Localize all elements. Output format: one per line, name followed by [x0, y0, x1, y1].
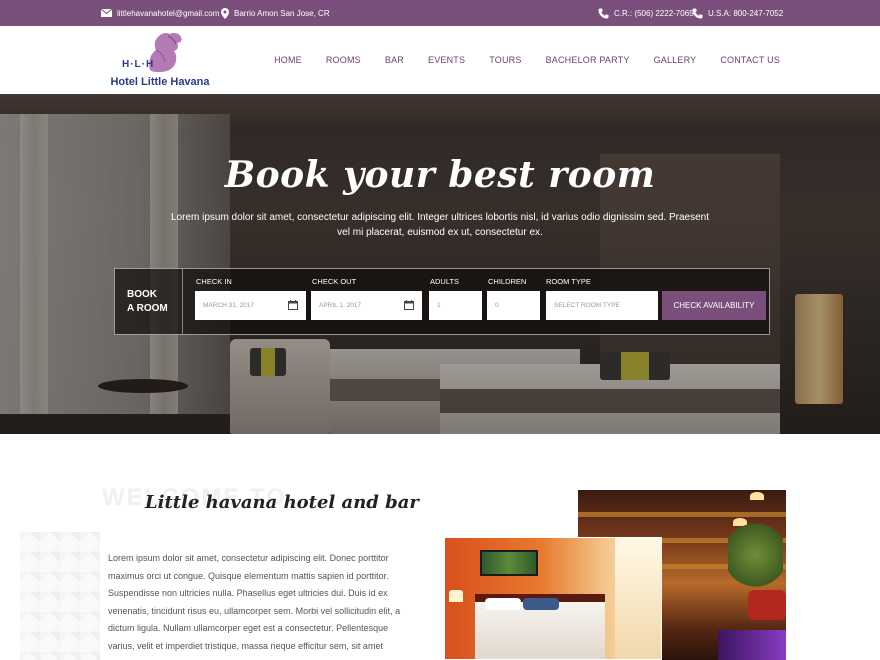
top-info-bar: littlehavanahotel@gmail.com Barrio Amon …: [0, 0, 880, 26]
children-input[interactable]: 0: [487, 291, 540, 320]
logo-name: Hotel Little Havana: [110, 76, 210, 88]
room-lamp: [449, 590, 463, 602]
adults-input[interactable]: 1: [429, 291, 482, 320]
room-type-select[interactable]: SELECT ROOM TYPE: [546, 291, 658, 320]
room-bed: [475, 602, 605, 659]
check-out-input[interactable]: APRIL 1, 2017: [311, 291, 422, 320]
check-availability-button[interactable]: CHECK AVAILABILITY: [662, 291, 766, 320]
room-pillow: [485, 598, 521, 610]
phone-cr[interactable]: C.R.: (506) 2222-7065: [598, 0, 694, 26]
nav-tours[interactable]: TOURS: [489, 55, 521, 65]
check-in-label: CHECK IN: [196, 277, 232, 286]
phone-icon: [692, 8, 703, 18]
hero-overlay: [0, 94, 880, 434]
calendar-icon[interactable]: [404, 300, 414, 310]
email-contact[interactable]: littlehavanahotel@gmail.com: [101, 0, 219, 26]
calendar-icon[interactable]: [288, 300, 298, 310]
bar-purple-lights: [718, 630, 786, 660]
phone-cr-text: C.R.: (506) 2222-7065: [614, 8, 694, 18]
map-pin-icon: [221, 7, 229, 19]
bar-light: [750, 492, 764, 500]
phone-icon: [598, 8, 609, 18]
nav-rooms[interactable]: ROOMS: [326, 55, 361, 65]
nav-contact-us[interactable]: CONTACT US: [720, 55, 780, 65]
bar-shelf: [578, 512, 786, 517]
hero-banner: Book your best room Lorem ipsum dolor si…: [0, 94, 880, 434]
check-in-value: MARCH 31, 2017: [203, 302, 254, 309]
address-contact: Barrio Amon San Jose, CR: [221, 0, 330, 26]
booking-title-line2: A ROOM: [127, 303, 168, 314]
check-in-input[interactable]: MARCH 31, 2017: [195, 291, 306, 320]
adults-label: ADULTS: [430, 277, 460, 286]
nav-bar[interactable]: BAR: [385, 55, 404, 65]
check-out-label: CHECK OUT: [312, 277, 357, 286]
room-type-placeholder: SELECT ROOM TYPE: [554, 302, 620, 309]
site-header: H·L·H Hotel Little Havana HOME ROOMS BAR…: [0, 26, 880, 94]
hotel-logo[interactable]: H·L·H Hotel Little Havana: [104, 30, 216, 90]
phone-usa[interactable]: U.S.A: 800-247-7052: [692, 0, 783, 26]
room-pillow: [523, 598, 559, 610]
children-label: CHILDREN: [488, 277, 527, 286]
bar-plant: [728, 520, 783, 590]
room-wall-art: [480, 550, 538, 576]
hero-subtitle: Lorem ipsum dolor sit amet, consectetur …: [170, 212, 710, 238]
booking-title: BOOK A ROOM: [115, 269, 183, 334]
cube-pattern-decoration: [20, 532, 100, 660]
booking-title-line1: BOOK: [127, 289, 157, 300]
phone-usa-text: U.S.A: 800-247-7052: [708, 8, 784, 18]
address-text: Barrio Amon San Jose, CR: [234, 8, 330, 18]
about-section: WELCOME TO Little havana hotel and bar L…: [0, 434, 880, 660]
check-out-value: APRIL 1, 2017: [319, 302, 362, 309]
logo-monogram: H·L·H: [122, 59, 155, 70]
main-nav: HOME ROOMS BAR EVENTS TOURS BACHELOR PAR…: [250, 26, 780, 94]
nav-bachelor-party[interactable]: BACHELOR PARTY: [546, 55, 630, 65]
adults-value: 1: [437, 302, 441, 309]
about-title: Little havana hotel and bar: [145, 492, 419, 513]
hero-title: Book your best room: [224, 154, 656, 196]
about-text: Lorem ipsum dolor sit amet, consectetur …: [108, 553, 401, 651]
room-window: [615, 538, 661, 659]
booking-form: BOOK A ROOM CHECK IN MARCH 31, 2017 CHEC…: [114, 268, 770, 335]
room-photo: [444, 537, 662, 660]
children-value: 0: [495, 302, 499, 309]
room-type-label: ROOM TYPE: [546, 277, 591, 286]
envelope-icon: [101, 9, 112, 17]
nav-home[interactable]: HOME: [274, 55, 302, 65]
email-text: littlehavanahotel@gmail.com: [117, 8, 220, 18]
bar-chair: [748, 590, 786, 620]
nav-gallery[interactable]: GALLERY: [654, 55, 697, 65]
nav-events[interactable]: EVENTS: [428, 55, 465, 65]
horse-logo-icon: [149, 32, 182, 72]
